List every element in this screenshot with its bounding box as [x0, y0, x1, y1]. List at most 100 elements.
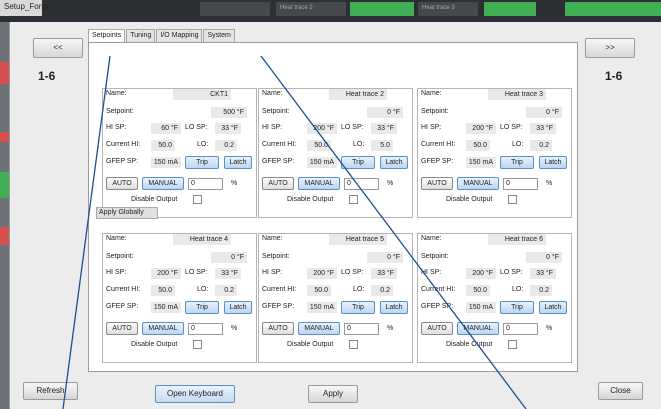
- hi-sp-field[interactable]: 60 °F: [151, 123, 181, 134]
- manual-output-input[interactable]: 0: [503, 323, 538, 335]
- current-hi-field[interactable]: 50.0: [307, 285, 331, 296]
- circuit-name-field[interactable]: Heat trace 3: [488, 89, 546, 100]
- hi-sp-field[interactable]: 200 °F: [466, 268, 496, 279]
- trip-button[interactable]: Trip: [500, 156, 534, 169]
- hi-sp-field[interactable]: 200 °F: [307, 268, 337, 279]
- gfep-sp-field[interactable]: 150 mA: [151, 302, 181, 313]
- manual-button[interactable]: MANUAL: [142, 322, 184, 335]
- trip-button[interactable]: Trip: [341, 156, 375, 169]
- current-hi-field[interactable]: 50.0: [151, 285, 175, 296]
- current-hi-label: Current HI:: [262, 141, 297, 148]
- close-button[interactable]: Close: [598, 382, 643, 400]
- manual-button[interactable]: MANUAL: [457, 322, 499, 335]
- gfep-sp-field[interactable]: 150 mA: [466, 157, 496, 168]
- apply-globally-button[interactable]: Apply Globally: [96, 207, 158, 219]
- latch-button[interactable]: Latch: [539, 156, 567, 169]
- apply-button[interactable]: Apply: [308, 385, 358, 403]
- circuit-name-field[interactable]: Heat trace 2: [329, 89, 387, 100]
- manual-button[interactable]: MANUAL: [298, 177, 340, 190]
- disable-output-checkbox[interactable]: [193, 195, 202, 204]
- circuit-name-field[interactable]: Heat trace 6: [488, 234, 546, 245]
- lo-sp-field[interactable]: 33 °F: [371, 268, 397, 279]
- hi-sp-field[interactable]: 200 °F: [151, 268, 181, 279]
- trip-button[interactable]: Trip: [185, 301, 219, 314]
- gfep-sp-field[interactable]: 150 mA: [307, 302, 337, 313]
- disable-output-checkbox[interactable]: [508, 340, 517, 349]
- setpoint-field[interactable]: 0 °F: [211, 252, 247, 263]
- current-lo-field[interactable]: 0.2: [530, 140, 552, 151]
- auto-button[interactable]: AUTO: [262, 322, 294, 335]
- auto-button[interactable]: AUTO: [106, 177, 138, 190]
- trip-button[interactable]: Trip: [500, 301, 534, 314]
- tab-tuning[interactable]: Tuning: [126, 29, 156, 42]
- trip-button[interactable]: Trip: [341, 301, 375, 314]
- gfep-sp-field[interactable]: 150 mA: [466, 302, 496, 313]
- current-lo-field[interactable]: 0.2: [215, 140, 237, 151]
- lo-sp-label: LO SP:: [341, 269, 364, 276]
- circuit-name-field[interactable]: CKT1: [173, 89, 231, 100]
- disable-output-label: Disable Output: [446, 341, 493, 348]
- current-lo-field[interactable]: 5.0: [371, 140, 393, 151]
- auto-button[interactable]: AUTO: [106, 322, 138, 335]
- latch-button[interactable]: Latch: [224, 301, 252, 314]
- latch-button[interactable]: Latch: [224, 156, 252, 169]
- auto-button[interactable]: AUTO: [421, 177, 453, 190]
- refresh-button[interactable]: Refresh: [23, 382, 78, 400]
- hi-sp-field[interactable]: 200 °F: [307, 123, 337, 134]
- lo-sp-field[interactable]: 33 °F: [215, 268, 241, 279]
- latch-button[interactable]: Latch: [380, 301, 408, 314]
- hi-sp-field[interactable]: 200 °F: [466, 123, 496, 134]
- current-lo-label: LO:: [512, 286, 524, 293]
- current-hi-field[interactable]: 50.0: [151, 140, 175, 151]
- lo-sp-field[interactable]: 33 °F: [530, 268, 556, 279]
- page-range-right: 1-6: [605, 69, 623, 83]
- trip-button[interactable]: Trip: [185, 156, 219, 169]
- prev-page-button[interactable]: <<: [33, 38, 83, 58]
- disable-output-checkbox[interactable]: [349, 340, 358, 349]
- manual-output-input[interactable]: 0: [503, 178, 538, 190]
- open-keyboard-button[interactable]: Open Keyboard: [155, 385, 235, 403]
- tab-system[interactable]: System: [203, 29, 235, 42]
- current-hi-field[interactable]: 50.0: [466, 140, 490, 151]
- gfep-sp-field[interactable]: 150 mA: [307, 157, 337, 168]
- percent-unit: %: [231, 180, 238, 187]
- setpoint-field[interactable]: 0 °F: [367, 252, 403, 263]
- latch-button[interactable]: Latch: [380, 156, 408, 169]
- manual-button[interactable]: MANUAL: [142, 177, 184, 190]
- auto-button[interactable]: AUTO: [262, 177, 294, 190]
- lo-sp-field[interactable]: 33 °F: [215, 123, 241, 134]
- disable-output-checkbox[interactable]: [508, 195, 517, 204]
- tab-io-mapping[interactable]: I/O Mapping: [156, 29, 203, 42]
- manual-output-input[interactable]: 0: [344, 323, 379, 335]
- auto-button[interactable]: AUTO: [421, 322, 453, 335]
- manual-output-input[interactable]: 0: [188, 323, 223, 335]
- disable-output-checkbox[interactable]: [193, 340, 202, 349]
- tab-setpoints[interactable]: Setpoints: [88, 29, 126, 43]
- current-hi-field[interactable]: 50.0: [466, 285, 490, 296]
- next-page-button[interactable]: >>: [585, 38, 635, 58]
- name-label: Name:: [262, 90, 283, 97]
- setpoint-field[interactable]: 0 °F: [526, 107, 562, 118]
- manual-output-input[interactable]: 0: [188, 178, 223, 190]
- setpoint-label: Setpoint:: [262, 253, 290, 260]
- circuit-name-field[interactable]: Heat trace 4: [173, 234, 231, 245]
- circuit-panel: Name: Heat trace 4 Setpoint: 0 °F HI SP: 200 …: [102, 233, 257, 363]
- current-lo-field[interactable]: 0.2: [530, 285, 552, 296]
- lo-sp-field[interactable]: 33 °F: [530, 123, 556, 134]
- page-range-left: 1-6: [38, 69, 56, 83]
- setpoint-field[interactable]: 500 °F: [211, 107, 247, 118]
- current-lo-field[interactable]: 0.2: [371, 285, 393, 296]
- manual-output-input[interactable]: 0: [344, 178, 379, 190]
- lo-sp-field[interactable]: 33 °F: [371, 123, 397, 134]
- setpoint-label: Setpoint:: [106, 253, 134, 260]
- manual-button[interactable]: MANUAL: [457, 177, 499, 190]
- current-hi-field[interactable]: 50.0: [307, 140, 331, 151]
- current-lo-field[interactable]: 0.2: [215, 285, 237, 296]
- setpoint-field[interactable]: 0 °F: [367, 107, 403, 118]
- setpoint-field[interactable]: 0 °F: [526, 252, 562, 263]
- manual-button[interactable]: MANUAL: [298, 322, 340, 335]
- latch-button[interactable]: Latch: [539, 301, 567, 314]
- disable-output-checkbox[interactable]: [349, 195, 358, 204]
- circuit-name-field[interactable]: Heat trace 5: [329, 234, 387, 245]
- gfep-sp-field[interactable]: 150 mA: [151, 157, 181, 168]
